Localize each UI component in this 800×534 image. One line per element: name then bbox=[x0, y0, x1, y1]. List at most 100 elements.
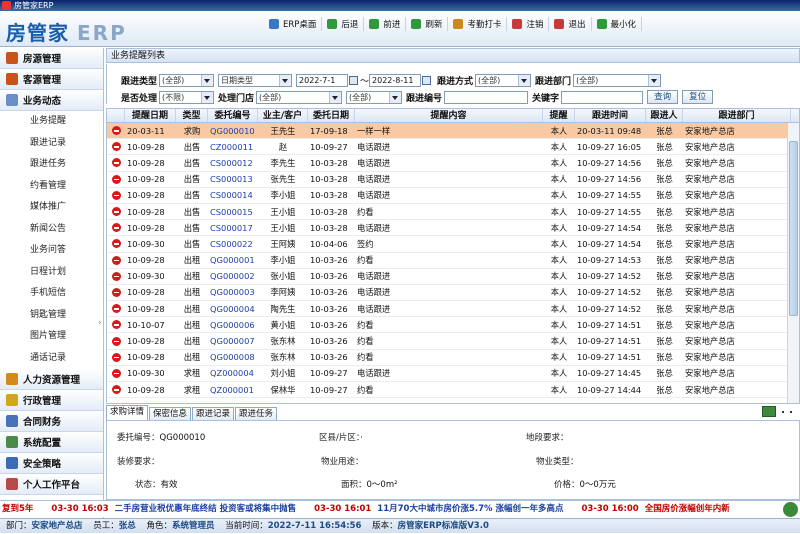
table-cell: 10-09-27 14:56 bbox=[577, 157, 642, 168]
table-row[interactable]: 10-09-28 出租 QG000001 李小姐 10-03-26 约看 本人 10-09-2… bbox=[107, 253, 799, 269]
table-row[interactable]: 10-09-28 出售 CS000014 李小姐 10-03-28 电话跟进 本人 10-09… bbox=[107, 188, 799, 204]
table-row[interactable]: 10-09-28 出售 CS000013 张先生 10-03-28 电话跟进 本人 10-09… bbox=[107, 172, 799, 188]
refresh-news-icon[interactable] bbox=[783, 502, 798, 517]
sidebar-item[interactable]: 业务问答 bbox=[0, 240, 103, 262]
column-header[interactable]: 提醒日期 bbox=[125, 109, 176, 122]
toolbar-button-5[interactable]: 注销 bbox=[507, 17, 550, 31]
tab-3[interactable]: 跟进任务 bbox=[235, 407, 278, 420]
column-header[interactable]: 提醒 bbox=[543, 109, 575, 122]
table-row[interactable]: 10-09-28 出租 QG000007 张东林 10-03-26 约看 本人 10-09-2… bbox=[107, 333, 799, 350]
sidebar-group-top_groups-1[interactable]: 客源管理 bbox=[0, 69, 103, 90]
sidebar-group-bottom_groups-4[interactable]: 安全策略 bbox=[0, 453, 103, 474]
row-status-cell bbox=[107, 255, 125, 265]
sidebar-item[interactable]: 图片管理 bbox=[0, 326, 103, 348]
toolbar-button-6[interactable]: 退出 bbox=[549, 17, 592, 31]
table-row[interactable]: 10-09-28 出租 QG000003 李阿姨 10-03-26 电话跟进 本人 10-09… bbox=[107, 285, 799, 302]
ticker-headline[interactable]: 全国房价涨幅创年内新 bbox=[645, 504, 730, 514]
dept-select[interactable]: (全部) bbox=[573, 73, 662, 87]
sidebar-group-top_groups-0[interactable]: 房源管理 bbox=[0, 48, 103, 69]
tab-1[interactable]: 保密信息 bbox=[149, 407, 192, 420]
sidebar-group-bottom_groups-3[interactable]: 系统配置 bbox=[0, 432, 103, 453]
table-cell: QZ000004 bbox=[210, 368, 254, 379]
table-cell: 安家地产总店 bbox=[685, 384, 735, 395]
toolbar-button-3[interactable]: 刷新 bbox=[406, 17, 449, 31]
sidebar-item[interactable]: 业务提醒 bbox=[0, 111, 103, 133]
table-row[interactable]: 10-09-28 出售 CS000012 李先生 10-03-28 电话跟进 本人 10-09… bbox=[107, 155, 799, 172]
sidebar-item[interactable]: 通话记录 bbox=[0, 348, 103, 370]
table-row[interactable]: 10-09-28 出租 QG000008 张东林 10-03-26 约看 本人 10-09-2… bbox=[107, 350, 799, 366]
toolbar-button-2[interactable]: 前进 bbox=[364, 17, 407, 31]
table-row[interactable]: 10-09-30 出租 QG000002 张小姐 10-03-26 电话跟进 本人 10-09… bbox=[107, 269, 799, 285]
row-status-cell bbox=[107, 158, 125, 168]
ticker-headline[interactable]: 二手房营业税优惠年底终结 投资客或将集中抛售 bbox=[115, 504, 296, 514]
store-select[interactable]: (全部) bbox=[256, 90, 343, 104]
toolbar-button-1[interactable]: 后退 bbox=[322, 17, 365, 31]
table-row[interactable]: 10-09-28 出售 CS000017 王小姐 10-03-28 电话跟进 本人 10-09… bbox=[107, 220, 799, 237]
sidebar-item[interactable]: 钥匙管理 bbox=[0, 305, 103, 327]
calendar-from-icon[interactable] bbox=[349, 75, 359, 85]
column-header[interactable]: 业主/客户 bbox=[258, 109, 308, 122]
keyword-input[interactable] bbox=[561, 90, 644, 104]
ticker-headline[interactable]: 复到5年 bbox=[2, 504, 33, 514]
table-scrollbar[interactable] bbox=[787, 123, 799, 403]
sidebar-item[interactable]: 新闻公告 bbox=[0, 219, 103, 241]
column-header[interactable]: 类型 bbox=[176, 109, 208, 122]
search-button[interactable]: 查询 bbox=[647, 90, 679, 104]
sidebar-group-bottom_groups-2[interactable]: 合同财务 bbox=[0, 411, 103, 432]
sidebar-item[interactable]: 约看管理 bbox=[0, 176, 103, 198]
table-row[interactable]: 10-09-28 求租 QZ000001 保林华 10-09-27 约看 本人 10-09-2… bbox=[107, 382, 799, 399]
sidebar-item[interactable]: 跟进记录 bbox=[0, 133, 103, 155]
table-row[interactable]: 10-09-30 出售 CS000022 王阿姨 10-04-06 签约 本人 10-09-2… bbox=[107, 236, 799, 253]
sidebar-group-bottom_groups-1[interactable]: 行政管理 bbox=[0, 390, 103, 411]
sidebar-collapse-handle[interactable]: › bbox=[98, 318, 104, 332]
sidebar-group-top_groups-2[interactable]: 业务动态 bbox=[0, 90, 103, 111]
sidebar-item[interactable]: 媒体推广 bbox=[0, 197, 103, 219]
store-sub-select[interactable]: (全部) bbox=[346, 90, 403, 104]
row-status-cell bbox=[107, 174, 125, 184]
ticker-headline[interactable]: 11月70大中城市房价涨5.7% 涨幅创一年多高点 bbox=[377, 504, 563, 514]
table-row[interactable]: 10-09-28 出租 QG000004 陶先生 10-03-26 电话跟进 本人 10-09… bbox=[107, 301, 799, 318]
method-select[interactable]: (全部) bbox=[475, 73, 532, 87]
scrollbar-thumb[interactable] bbox=[789, 141, 798, 316]
tab-0[interactable]: 求购详情 bbox=[106, 405, 149, 420]
stop-icon bbox=[111, 304, 121, 314]
back-icon bbox=[327, 19, 338, 29]
sidebar-group-label: 客源管理 bbox=[23, 75, 62, 86]
sidebar-item[interactable]: 手机短信 bbox=[0, 283, 103, 305]
toolbar-button-4[interactable]: 考勤打卡 bbox=[448, 17, 508, 31]
table-row[interactable]: 10-10-07 出租 QG000006 黄小姐 10-03-26 约看 本人 10-09-2… bbox=[107, 317, 799, 334]
sidebar-group-label: 系统配置 bbox=[23, 438, 62, 449]
reset-button[interactable]: 复位 bbox=[682, 90, 714, 104]
code-input[interactable] bbox=[444, 90, 529, 104]
sidebar-group-bottom_groups-0[interactable]: 人力资源管理 bbox=[0, 369, 103, 390]
tab-2[interactable]: 跟进记录 bbox=[192, 407, 235, 420]
column-header[interactable]: 委托日期 bbox=[308, 109, 355, 122]
news-ticker[interactable]: 复到5年 03-30 16:03 二手房营业税优惠年底终结 投资客或将集中抛售 03-… bbox=[0, 500, 800, 517]
column-header[interactable]: 提醒内容 bbox=[355, 109, 543, 122]
date-from-input[interactable]: 2022-7-1 bbox=[296, 73, 349, 87]
sidebar-group-label: 房源管理 bbox=[23, 54, 62, 65]
sidebar-item[interactable]: 跟进任务 bbox=[0, 154, 103, 176]
column-header[interactable]: 委托编号 bbox=[208, 109, 258, 122]
processed-select[interactable]: (不限) bbox=[159, 90, 215, 104]
report-type-select[interactable]: (全部) bbox=[159, 73, 215, 87]
table-row[interactable]: 10-09-28 出售 CZ000011 赵 10-09-27 电话跟进 本人 10-09-2… bbox=[107, 139, 799, 156]
sidebar-group-bottom_groups-5[interactable]: 个人工作平台 bbox=[0, 474, 103, 495]
column-header[interactable]: 跟进部门 bbox=[683, 109, 791, 122]
table-cell: 出售 bbox=[183, 174, 201, 185]
date-type-select[interactable]: 日期类型 bbox=[218, 73, 293, 87]
table-row[interactable]: 10-09-28 出售 CS000015 王小姐 10-03-28 约看 本人 10-09-2… bbox=[107, 204, 799, 221]
toolbar-button-7[interactable]: 最小化 bbox=[592, 17, 643, 31]
column-header[interactable]: 跟进人 bbox=[646, 109, 683, 122]
row-status-cell bbox=[107, 126, 125, 136]
sidebar-item[interactable]: 日程计划 bbox=[0, 262, 103, 284]
column-header[interactable]: 跟进时间 bbox=[575, 109, 646, 122]
table-row[interactable]: 20-03-11 求购 QG000010 王先生 17-09-18 一样一样 本人 20-03… bbox=[107, 123, 799, 140]
calendar-to-icon[interactable] bbox=[422, 75, 432, 85]
expand-icon[interactable] bbox=[762, 406, 776, 417]
table-row[interactable]: 10-09-30 求租 QZ000004 刘小姐 10-09-27 电话跟进 本人 10-09… bbox=[107, 366, 799, 382]
table-cell: 10-09-28 bbox=[127, 303, 165, 314]
toolbar-button-0[interactable]: ERP桌面 bbox=[264, 17, 323, 31]
date-to-input[interactable]: 2022-8-11 bbox=[369, 73, 422, 87]
row-status-cell bbox=[107, 271, 125, 281]
